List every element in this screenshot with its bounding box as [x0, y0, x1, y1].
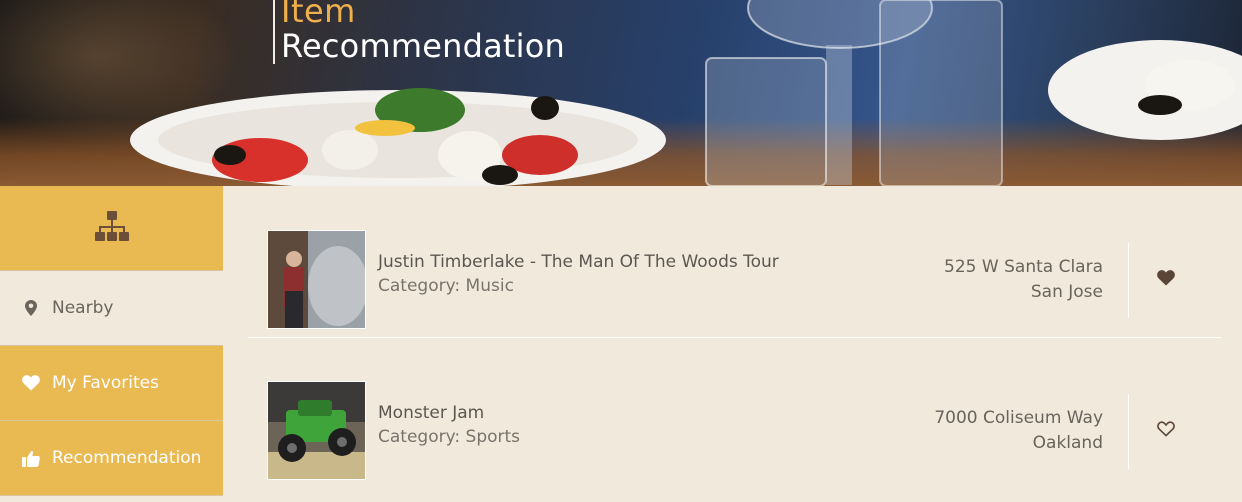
item-name[interactable]: Monster Jam	[378, 403, 484, 423]
list-item[interactable]: Justin Timberlake - The Man Of The Woods…	[248, 186, 1221, 338]
row-divider	[1128, 243, 1129, 318]
item-category: Category: Sports	[378, 427, 521, 447]
item-category: Category: Music	[378, 276, 514, 296]
list-item[interactable]: Monster Jam Category: Sports 7000 Colise…	[248, 338, 1221, 490]
sidebar-item-label: My Favorites	[52, 373, 159, 393]
item-name[interactable]: Justin Timberlake - The Man Of The Woods…	[378, 252, 779, 272]
favorite-button[interactable]	[1154, 268, 1178, 292]
heart-icon	[22, 375, 40, 391]
banner-photo	[130, 0, 1242, 186]
page-title-line2: Recommendation	[281, 27, 565, 65]
thumbs-up-icon	[22, 450, 40, 467]
sidebar-item-label: Recommendation	[52, 448, 202, 468]
sidebar: Nearby My Favorites Recommendation	[0, 186, 223, 502]
sidebar-item-recommendation[interactable]: Recommendation	[0, 421, 223, 496]
favorite-button[interactable]	[1154, 419, 1178, 443]
address-line1: 7000 Coliseum Way	[934, 408, 1103, 428]
row-divider	[1128, 394, 1129, 469]
item-list: Justin Timberlake - The Man Of The Woods…	[248, 186, 1221, 502]
sidebar-item-nearby[interactable]: Nearby	[0, 271, 223, 346]
heart-filled-icon	[1157, 269, 1175, 291]
sitemap-icon	[94, 209, 130, 248]
item-thumbnail[interactable]	[267, 381, 366, 480]
title-accent-bar	[273, 0, 275, 64]
address-line2: San Jose	[1030, 282, 1103, 302]
item-address: 525 W Santa Clara San Jose	[944, 255, 1103, 305]
item-address: 7000 Coliseum Way Oakland	[934, 406, 1103, 456]
sidebar-item-label: Nearby	[52, 298, 114, 318]
sidebar-item-favorites[interactable]: My Favorites	[0, 346, 223, 421]
header-banner: Item Recommendation	[0, 0, 1242, 186]
page-title-line1: Item	[281, 0, 356, 30]
item-thumbnail[interactable]	[267, 230, 366, 329]
map-pin-icon	[22, 300, 40, 316]
sidebar-header[interactable]	[0, 186, 223, 271]
heart-outline-icon	[1157, 420, 1175, 442]
address-line2: Oakland	[1032, 433, 1103, 453]
address-line1: 525 W Santa Clara	[944, 257, 1103, 277]
